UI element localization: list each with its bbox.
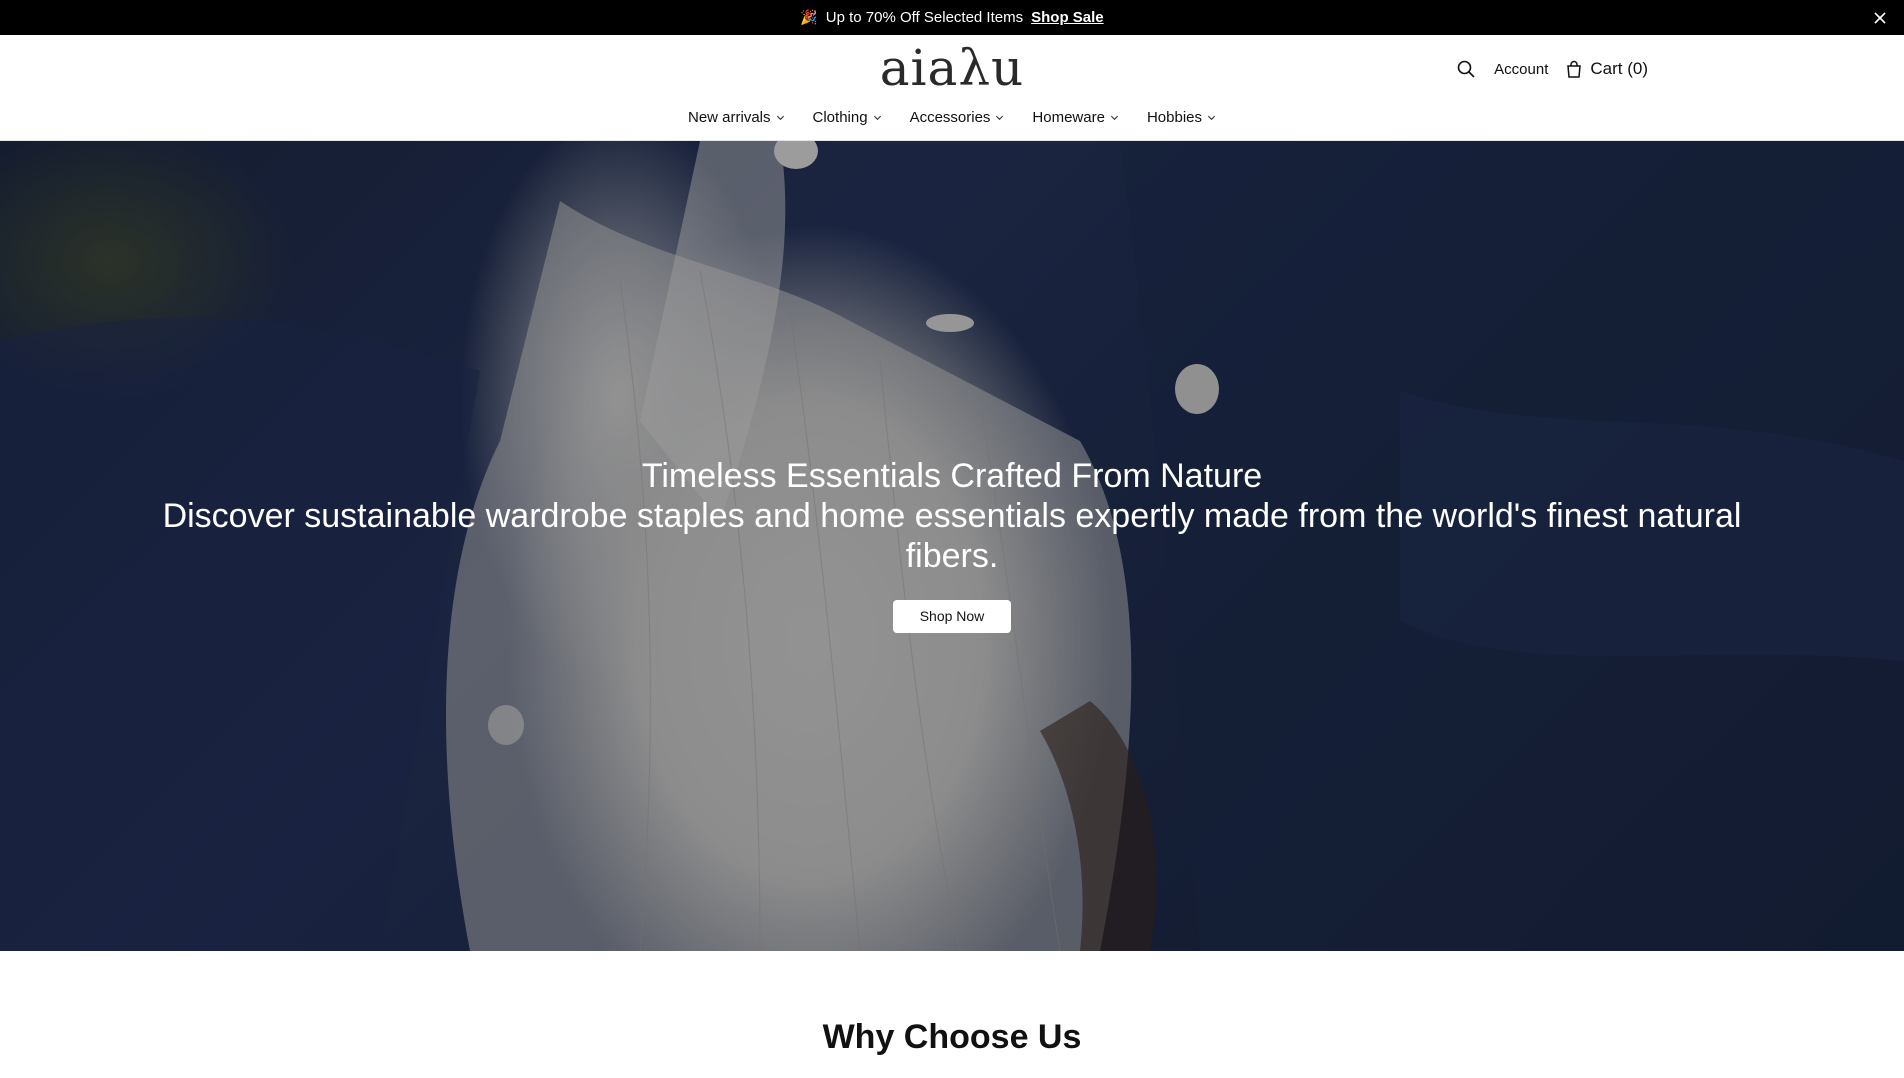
nav-accessories[interactable]: Accessories: [910, 109, 1005, 126]
cart-label: Cart (0): [1590, 59, 1648, 78]
party-icon: 🎉: [800, 9, 818, 25]
close-announcement-button[interactable]: [1870, 8, 1890, 28]
cart-button[interactable]: Cart (0): [1566, 59, 1648, 79]
search-icon: [1457, 60, 1475, 78]
bag-icon: [1567, 60, 1582, 78]
close-icon: [1874, 12, 1886, 24]
hero-title: Timeless Essentials Crafted From Nature: [641, 457, 1263, 495]
hero-banner: Timeless Essentials Crafted From Nature …: [0, 141, 1904, 951]
hero-content: Timeless Essentials Crafted From Nature …: [0, 456, 1904, 633]
nav-label: New arrivals: [688, 109, 771, 126]
announcement-content: 🎉 Up to 70% Off Selected Items Shop Sale: [800, 9, 1103, 26]
nav-new-arrivals[interactable]: New arrivals: [688, 109, 785, 126]
chevron-down-icon: [996, 115, 1004, 121]
announcement-text: Up to 70% Off Selected Items: [825, 9, 1024, 26]
main-nav: New arrivals Clothing Accessories Homewa…: [0, 109, 1904, 126]
nav-homeware[interactable]: Homeware: [1032, 109, 1119, 126]
nav-label: Clothing: [812, 109, 868, 126]
why-choose-us-heading: Why Choose Us: [822, 1018, 1082, 1056]
shop-sale-link[interactable]: Shop Sale: [1031, 9, 1104, 26]
announcement-bar: 🎉 Up to 70% Off Selected Items Shop Sale: [0, 0, 1904, 35]
chevron-down-icon: [1207, 115, 1216, 121]
nav-hobbies[interactable]: Hobbies: [1147, 109, 1216, 126]
shop-now-button[interactable]: Shop Now: [892, 600, 1012, 633]
header-actions: Account Cart (0): [1456, 55, 1648, 83]
nav-label: Accessories: [909, 109, 991, 126]
search-button[interactable]: [1456, 59, 1476, 79]
hero-subtitle: Discover sustainable wardrobe staples an…: [162, 497, 1742, 575]
chevron-down-icon: [1110, 115, 1118, 121]
chevron-down-icon: [873, 115, 881, 121]
nav-clothing[interactable]: Clothing: [813, 109, 882, 126]
chevron-down-icon: [776, 115, 784, 121]
nav-label: Hobbies: [1146, 109, 1202, 126]
nav-label: Homeware: [1032, 109, 1105, 126]
account-link[interactable]: Account: [1494, 61, 1548, 78]
site-header: aiaλu Account Cart (0) New arrivals Clot…: [0, 35, 1904, 141]
